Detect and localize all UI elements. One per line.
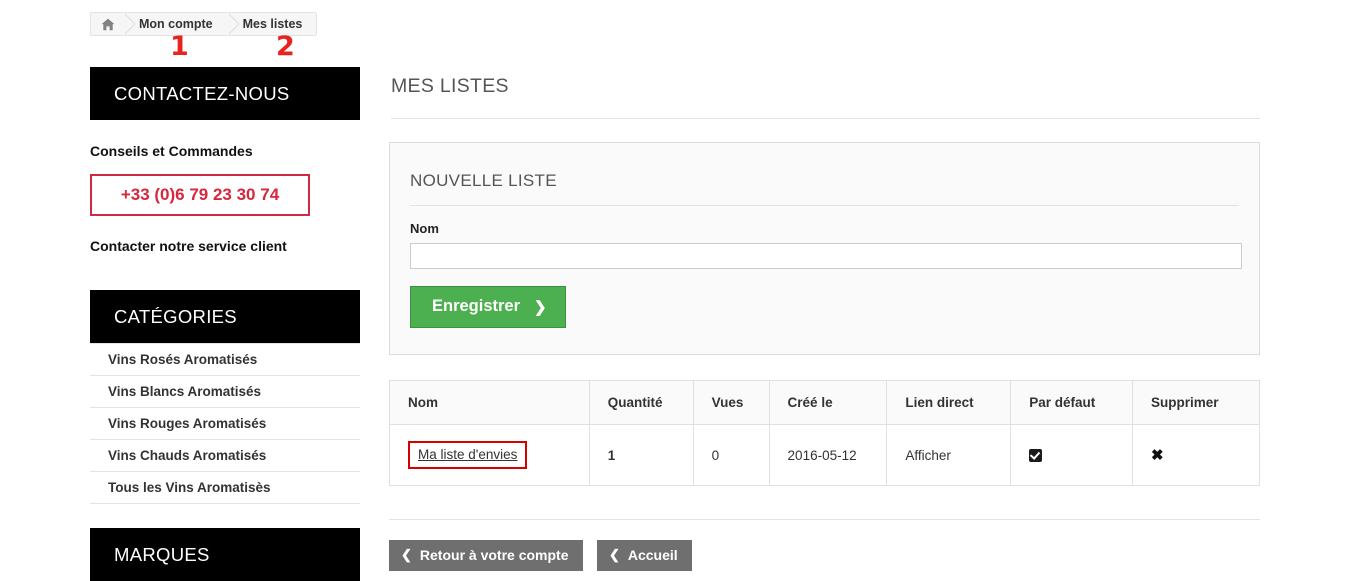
- list-item: Vins Chauds Aromatisés: [90, 440, 360, 472]
- column-header-par-defaut: Par défaut: [1010, 380, 1134, 425]
- sidebar-item-tous-les-vins[interactable]: Tous les Vins Aromatisès: [90, 472, 360, 503]
- cell-lien-direct: Afficher: [886, 424, 1012, 486]
- brands-block: MARQUES: [90, 528, 360, 581]
- sidebar-item-vins-blancs[interactable]: Vins Blancs Aromatisés: [90, 376, 360, 407]
- categories-block-title: CATÉGORIES: [90, 290, 360, 343]
- categories-list: Vins Rosés Aromatisés Vins Blancs Aromat…: [90, 343, 360, 504]
- sidebar-item-vins-roses[interactable]: Vins Rosés Aromatisés: [90, 344, 360, 375]
- cell-nom: Ma liste d'envies: [389, 424, 590, 486]
- list-item: Vins Rouges Aromatisés: [90, 408, 360, 440]
- annotation-marker-2: 2: [276, 31, 295, 62]
- column-header-cree-le: Créé le: [768, 380, 888, 425]
- breadcrumb-item-mes-listes[interactable]: Mes listes: [226, 13, 317, 35]
- new-list-heading: NOUVELLE LISTE: [410, 171, 1239, 206]
- lists-table-head: Nom Quantité Vues Créé le Lien direct Pa…: [389, 380, 1260, 425]
- brands-block-title: MARQUES: [90, 528, 360, 581]
- sidebar-item-vins-rouges[interactable]: Vins Rouges Aromatisés: [90, 408, 360, 439]
- new-list-panel: NOUVELLE LISTE Nom Enregistrer ❯: [389, 142, 1260, 355]
- breadcrumb-label: Mes listes: [242, 17, 303, 31]
- chevron-left-icon: ❮: [608, 547, 620, 562]
- lists-table: Nom Quantité Vues Créé le Lien direct Pa…: [389, 380, 1260, 486]
- name-input[interactable]: [410, 243, 1242, 269]
- page-title: MES LISTES: [391, 75, 1260, 119]
- home-button-label: Accueil: [627, 547, 678, 563]
- back-to-account-button[interactable]: ❮ Retour à votre compte: [389, 540, 583, 571]
- list-name-link[interactable]: Ma liste d'envies: [408, 441, 528, 469]
- annotation-marker-1: 1: [170, 31, 189, 62]
- table-row: Ma liste d'envies 1 0 2016-05-12 Affiche…: [389, 424, 1260, 486]
- home-icon: [101, 18, 115, 31]
- column-header-supprimer: Supprimer: [1132, 380, 1260, 425]
- cell-quantite: 1: [588, 424, 694, 486]
- phone-number[interactable]: +33 (0)6 79 23 30 74: [90, 174, 310, 216]
- afficher-link[interactable]: Afficher: [905, 448, 951, 463]
- breadcrumb-home-link[interactable]: [91, 13, 136, 35]
- contact-block: CONTACTEZ-NOUS Conseils et Commandes +33…: [90, 67, 360, 254]
- list-item: Tous les Vins Aromatisès: [90, 472, 360, 504]
- sidebar-item-vins-chauds[interactable]: Vins Chauds Aromatisés: [90, 440, 360, 471]
- column-header-lien-direct: Lien direct: [886, 380, 1012, 425]
- name-field-label: Nom: [410, 221, 439, 236]
- column-header-nom: Nom: [389, 380, 590, 425]
- contact-block-title: CONTACTEZ-NOUS: [90, 67, 360, 120]
- save-button[interactable]: Enregistrer ❯: [410, 286, 566, 328]
- categories-block: CATÉGORIES Vins Rosés Aromatisés Vins Bl…: [90, 290, 360, 504]
- column-header-vues: Vues: [692, 380, 770, 425]
- chevron-right-icon: ❯: [534, 298, 547, 316]
- table-header-row: Nom Quantité Vues Créé le Lien direct Pa…: [389, 380, 1260, 425]
- cell-supprimer: ✖: [1132, 424, 1260, 486]
- cell-par-defaut: [1010, 424, 1134, 486]
- home-button[interactable]: ❮ Accueil: [596, 540, 692, 571]
- cell-vues: 0: [692, 424, 770, 486]
- back-to-account-label: Retour à votre compte: [419, 547, 569, 563]
- list-item: Vins Blancs Aromatisés: [90, 376, 360, 408]
- sidebar: CONTACTEZ-NOUS Conseils et Commandes +33…: [90, 67, 360, 581]
- list-item: Vins Rosés Aromatisés: [90, 343, 360, 376]
- default-checkbox[interactable]: [1029, 449, 1043, 463]
- main-content: MES LISTES NOUVELLE LISTE Nom Enregistre…: [389, 67, 1260, 571]
- save-button-label: Enregistrer: [432, 297, 521, 315]
- column-header-quantite: Quantité: [588, 380, 694, 425]
- contact-block-body: Conseils et Commandes +33 (0)6 79 23 30 …: [90, 143, 360, 254]
- footer-actions: ❮ Retour à votre compte ❮ Accueil: [389, 519, 1260, 571]
- breadcrumb-label: Mon compte: [139, 17, 213, 31]
- contact-lead-text: Conseils et Commandes: [90, 143, 253, 159]
- delete-icon[interactable]: ✖: [1151, 447, 1164, 464]
- lists-table-body: Ma liste d'envies 1 0 2016-05-12 Affiche…: [389, 424, 1260, 486]
- contact-service-client-link[interactable]: Contacter notre service client: [90, 238, 360, 254]
- chevron-left-icon: ❮: [401, 547, 412, 562]
- cell-cree-le: 2016-05-12: [768, 424, 888, 486]
